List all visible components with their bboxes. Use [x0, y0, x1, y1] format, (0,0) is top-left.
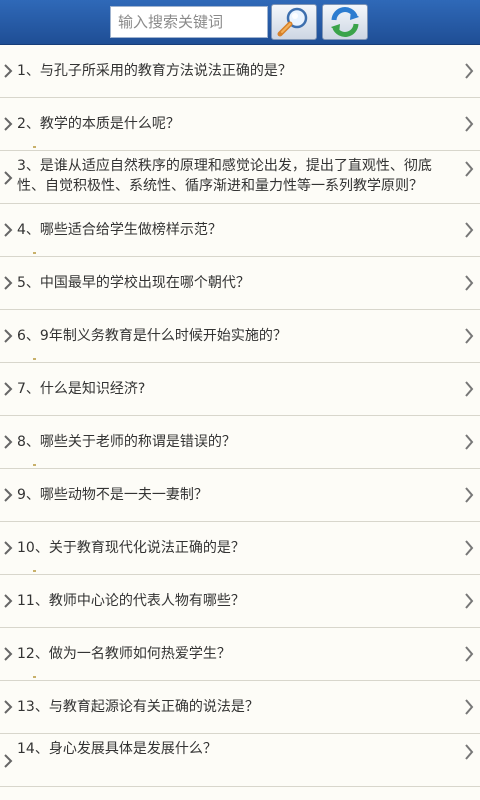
question-text: 3、是谁从适应自然秩序的原理和感觉论出发，提出了直观性、彻底性、自觉积极性、系统… — [17, 158, 432, 194]
list-item[interactable]: 3、是谁从适应自然秩序的原理和感觉论出发，提出了直观性、彻底性、自觉积极性、系统… — [0, 151, 480, 204]
row-marker — [33, 676, 36, 678]
chevron-right-icon — [465, 540, 474, 556]
chevron-right-icon — [4, 117, 13, 131]
question-text: 14、身心发展具体是发展什么？ — [17, 741, 217, 757]
list-item[interactable]: 7、什么是知识经济? — [0, 363, 480, 416]
list-item[interactable]: 8、哪些关于老师的称谓是错误的？ — [0, 416, 480, 469]
question-text: 13、与教育起源论有关正确的说法是？ — [17, 699, 259, 715]
chevron-right-icon — [465, 699, 474, 715]
question-text: 9、哪些动物不是一夫一妻制？ — [17, 487, 208, 503]
chevron-right-icon — [4, 488, 13, 502]
question-text: 4、哪些适合给学生做榜样示范？ — [17, 222, 222, 238]
list-item[interactable]: 9、哪些动物不是一夫一妻制？ — [0, 469, 480, 522]
chevron-right-icon — [4, 647, 13, 661]
list-item[interactable]: 1、与孔子所采用的教育方法说法正确的是？ — [0, 45, 480, 98]
list-item[interactable]: 11、教师中心论的代表人物有哪些？ — [0, 575, 480, 628]
top-bar — [0, 0, 480, 45]
list-item[interactable]: 14、身心发展具体是发展什么？ — [0, 734, 480, 787]
row-marker — [33, 464, 36, 466]
row-marker — [33, 146, 36, 148]
list-item[interactable]: 2、教学的本质是什么呢？ — [0, 98, 480, 151]
chevron-right-icon — [465, 593, 474, 609]
chevron-right-icon — [465, 328, 474, 344]
question-text: 8、哪些关于老师的称谓是错误的？ — [17, 434, 236, 450]
question-text: 2、教学的本质是什么呢？ — [17, 116, 180, 132]
list-item[interactable]: 12、做为一名教师如何热爱学生？ — [0, 628, 480, 681]
row-marker — [33, 252, 36, 254]
question-text: 7、什么是知识经济? — [17, 381, 146, 397]
list-item[interactable]: 4、哪些适合给学生做榜样示范？ — [0, 204, 480, 257]
refresh-icon — [331, 7, 359, 37]
chevron-right-icon — [465, 381, 474, 397]
question-text: 1、与孔子所采用的教育方法说法正确的是？ — [17, 63, 292, 79]
chevron-right-icon — [465, 434, 474, 450]
chevron-right-icon — [4, 382, 13, 396]
chevron-right-icon — [465, 63, 474, 79]
list-item[interactable]: 10、关于教育现代化说法正确的是？ — [0, 522, 480, 575]
question-text: 11、教师中心论的代表人物有哪些？ — [17, 593, 245, 609]
chevron-right-icon — [4, 171, 13, 185]
chevron-right-icon — [4, 435, 13, 449]
chevron-right-icon — [4, 276, 13, 290]
search-input[interactable] — [110, 6, 268, 38]
chevron-right-icon — [4, 754, 13, 768]
chevron-right-icon — [4, 64, 13, 78]
question-text: 5、中国最早的学校出现在哪个朝代？ — [17, 275, 250, 291]
chevron-right-icon — [465, 275, 474, 291]
list-item[interactable]: 13、与教育起源论有关正确的说法是？ — [0, 681, 480, 734]
chevron-right-icon — [4, 541, 13, 555]
chevron-right-icon — [465, 646, 474, 662]
list-item[interactable]: 5、中国最早的学校出现在哪个朝代？ — [0, 257, 480, 310]
row-marker — [33, 358, 36, 360]
chevron-right-icon — [465, 487, 474, 503]
chevron-right-icon — [465, 116, 474, 132]
question-list: 1、与孔子所采用的教育方法说法正确的是？ 2、教学的本质是什么呢？ 3、是谁从适… — [0, 45, 480, 787]
chevron-right-icon — [4, 594, 13, 608]
chevron-right-icon — [465, 222, 474, 238]
question-text: 10、关于教育现代化说法正确的是？ — [17, 540, 245, 556]
chevron-right-icon — [4, 700, 13, 714]
question-text: 12、做为一名教师如何热爱学生？ — [17, 646, 231, 662]
row-marker — [33, 570, 36, 572]
refresh-button[interactable] — [322, 4, 368, 40]
magnifier-icon — [277, 7, 308, 37]
question-text: 6、9年制义务教育是什么时候开始实施的？ — [17, 328, 287, 344]
chevron-right-icon — [4, 329, 13, 343]
chevron-right-icon — [465, 161, 474, 177]
chevron-right-icon — [4, 223, 13, 237]
list-item[interactable]: 6、9年制义务教育是什么时候开始实施的？ — [0, 310, 480, 363]
chevron-right-icon — [465, 744, 474, 760]
search-button[interactable] — [271, 4, 317, 40]
